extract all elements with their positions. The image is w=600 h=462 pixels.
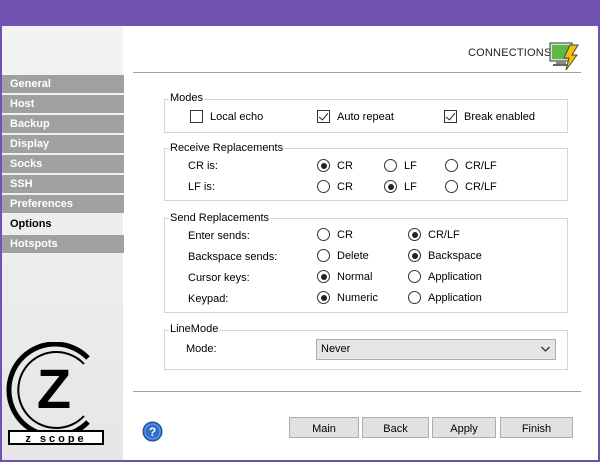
cr-is-lf-radio[interactable] [384, 159, 397, 172]
local-echo-label: Local echo [210, 111, 264, 123]
break-enabled-label: Break enabled [464, 111, 535, 123]
svg-text:?: ? [149, 425, 156, 439]
cr-is-lf-label: LF [404, 160, 417, 172]
help-icon[interactable]: ? [142, 421, 163, 442]
backspace-sends-label: Backspace sends: [188, 251, 278, 263]
cursor-normal-label: Normal [337, 271, 373, 283]
sidebar-item-hotspots[interactable]: Hotspots [2, 235, 124, 253]
main-button[interactable]: Main [289, 417, 359, 438]
enter-sends-cr-radio[interactable] [317, 228, 330, 241]
logo-letter: Z [37, 357, 71, 420]
receive-group [164, 148, 568, 201]
auto-repeat-label: Auto repeat [337, 111, 394, 123]
sidebar-item-general[interactable]: General [2, 75, 124, 93]
cr-is-crlf-label: CR/LF [465, 160, 497, 172]
sidebar-item-options[interactable]: Options [2, 215, 124, 233]
sidebar-item-host[interactable]: Host [2, 95, 124, 113]
logo-wordmark: z scope [25, 433, 86, 445]
mode-select[interactable]: Never [316, 339, 556, 360]
sidebar-item-backup[interactable]: Backup [2, 115, 124, 133]
window-titlebar[interactable] [0, 0, 600, 26]
backspace-delete-label: Delete [337, 250, 369, 262]
enter-sends-label: Enter sends: [188, 230, 250, 242]
mode-label: Mode: [186, 343, 217, 355]
keypad-application-radio[interactable] [408, 291, 421, 304]
cursor-application-label: Application [428, 271, 482, 283]
backspace-delete-radio[interactable] [317, 249, 330, 262]
back-button[interactable]: Back [362, 417, 429, 438]
lf-is-crlf-label: CR/LF [465, 181, 497, 193]
zscope-logo: Z z scope [6, 342, 104, 445]
receive-title: Receive Replacements [169, 142, 285, 154]
lf-is-cr-radio[interactable] [317, 180, 330, 193]
backspace-backspace-radio[interactable] [408, 249, 421, 262]
apply-button[interactable]: Apply [432, 417, 496, 438]
page-title: CONNECTIONS [468, 47, 552, 59]
cr-is-cr-radio[interactable] [317, 159, 330, 172]
send-title: Send Replacements [169, 212, 271, 224]
cursor-normal-radio[interactable] [317, 270, 330, 283]
break-enabled-checkbox[interactable] [444, 110, 457, 123]
sidebar-item-ssh[interactable]: SSH [2, 175, 124, 193]
enter-sends-cr-label: CR [337, 229, 353, 241]
backspace-backspace-label: Backspace [428, 250, 482, 262]
cursor-application-radio[interactable] [408, 270, 421, 283]
header-divider [133, 72, 581, 73]
auto-repeat-checkbox[interactable] [317, 110, 330, 123]
lf-is-lf-label: LF [404, 181, 417, 193]
lf-is-lf-radio[interactable] [384, 180, 397, 193]
lf-is-label: LF is: [188, 181, 215, 193]
sidebar-item-preferences[interactable]: Preferences [2, 195, 124, 213]
keypad-application-label: Application [428, 292, 482, 304]
modes-title: Modes [169, 92, 205, 104]
sidebar-item-display[interactable]: Display [2, 135, 124, 153]
lf-is-cr-label: CR [337, 181, 353, 193]
cr-is-crlf-radio[interactable] [445, 159, 458, 172]
cursor-keys-label: Cursor keys: [188, 272, 250, 284]
linemode-title: LineMode [169, 323, 220, 335]
connections-icon [549, 42, 579, 71]
chevron-down-icon [541, 346, 550, 352]
lf-is-crlf-radio[interactable] [445, 180, 458, 193]
keypad-label: Keypad: [188, 293, 229, 305]
cr-is-label: CR is: [188, 160, 218, 172]
enter-sends-crlf-label: CR/LF [428, 229, 460, 241]
footer-divider [133, 391, 581, 392]
local-echo-checkbox[interactable] [190, 110, 203, 123]
enter-sends-crlf-radio[interactable] [408, 228, 421, 241]
keypad-numeric-radio[interactable] [317, 291, 330, 304]
keypad-numeric-label: Numeric [337, 292, 378, 304]
cr-is-cr-label: CR [337, 160, 353, 172]
sidebar-item-socks[interactable]: Socks [2, 155, 124, 173]
mode-select-value: Never [321, 343, 351, 355]
finish-button[interactable]: Finish [500, 417, 573, 438]
